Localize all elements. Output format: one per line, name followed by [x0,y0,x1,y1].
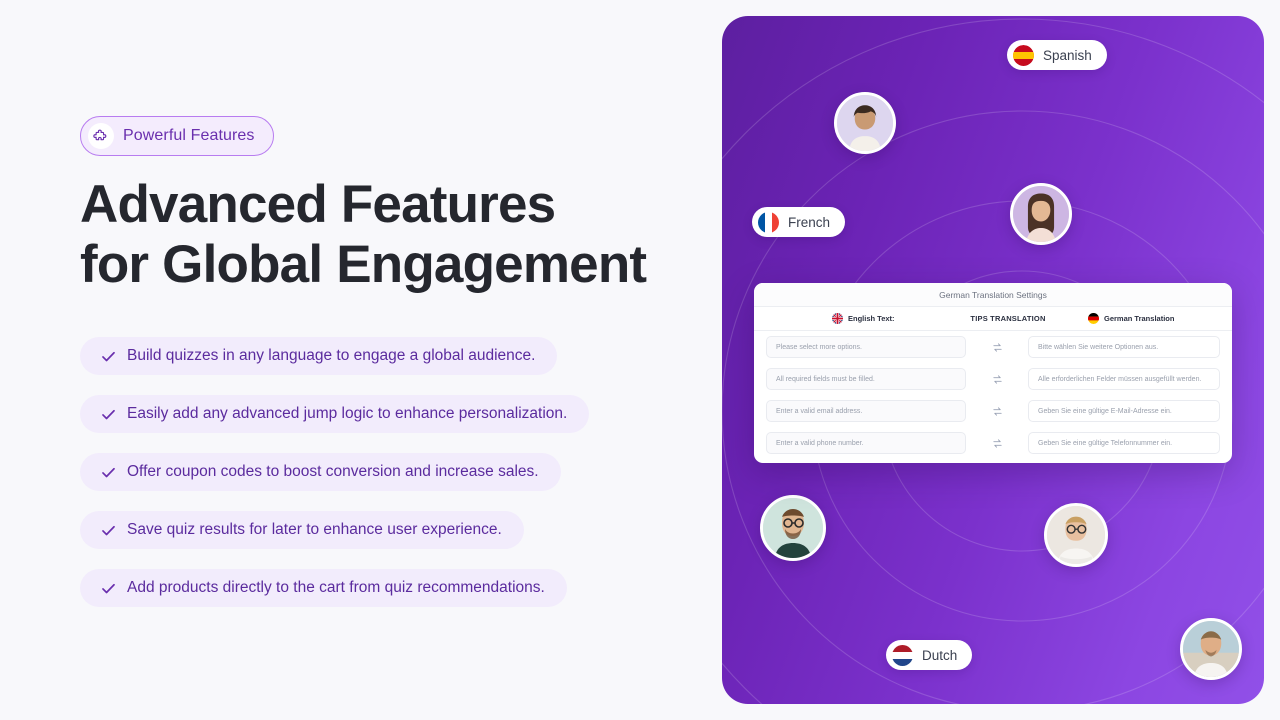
swap-arrows-icon[interactable] [966,374,1028,385]
language-pill-spanish[interactable]: Spanish [1007,40,1107,70]
feature-label: Add products directly to the cart from q… [127,579,545,596]
page-title: Advanced Features for Global Engagement [80,175,647,294]
feature-item: Add products directly to the cart from q… [80,569,567,607]
left-content-column: Powerful Features Advanced Features for … [80,0,700,720]
column-header-tips: TIPS TRANSLATION [964,314,1052,323]
german-text-input[interactable]: Geben Sie eine gültige Telefonnummer ein… [1028,432,1220,454]
powerful-features-badge: Powerful Features [80,116,274,156]
feature-item: Offer coupon codes to boost conversion a… [80,453,561,491]
column-header-german: German Translation [1052,313,1232,324]
column-header-german-label: German Translation [1104,314,1175,323]
german-text-input[interactable]: Bitte wählen Sie weitere Optionen aus. [1028,336,1220,358]
column-header-english: English Text: [754,313,964,324]
german-text-value: Geben Sie eine gültige E-Mail-Adresse ei… [1038,407,1172,415]
flag-germany-icon [1088,313,1099,324]
avatar-man-glasses-arms-crossed [1044,503,1108,567]
feature-item: Save quiz results for later to enhance u… [80,511,524,549]
table-row: Please select more options. Bitte wählen… [754,331,1232,363]
german-text-value: Alle erforderlichen Felder müssen ausgef… [1038,375,1202,383]
english-text-value: Enter a valid phone number. [776,439,864,447]
table-row: All required fields must be filled. Alle… [754,363,1232,395]
swap-arrows-icon[interactable] [966,342,1028,353]
language-pill-label: Dutch [922,647,958,663]
english-text-value: Enter a valid email address. [776,407,863,415]
puzzle-piece-icon [88,123,114,149]
feature-label: Save quiz results for later to enhance u… [127,521,502,538]
language-pill-label: Spanish [1043,47,1092,63]
feature-item: Easily add any advanced jump logic to en… [80,395,590,433]
column-header-english-label: English Text: [848,314,895,323]
check-icon [102,525,115,535]
english-text-value: All required fields must be filled. [776,375,875,383]
table-row: Enter a valid phone number. Geben Sie ei… [754,427,1232,463]
german-text-input[interactable]: Geben Sie eine gültige E-Mail-Adresse ei… [1028,400,1220,422]
feature-item: Build quizzes in any language to engage … [80,337,558,375]
check-icon [102,351,115,361]
swap-arrows-icon[interactable] [966,406,1028,417]
english-text-input[interactable]: All required fields must be filled. [766,368,966,390]
avatar-woman-long-hair [1010,183,1072,245]
flag-france-icon [758,211,779,233]
feature-label: Easily add any advanced jump logic to en… [127,405,568,422]
german-text-value: Bitte wählen Sie weitere Optionen aus. [1038,343,1159,351]
german-translation-settings-card: German Translation Settings English Text… [754,283,1232,463]
card-column-headers: English Text: TIPS TRANSLATION German Tr… [754,306,1232,331]
avatar-man-glasses-beard [760,495,826,561]
badge-label: Powerful Features [123,127,255,144]
table-row: Enter a valid email address. Geben Sie e… [754,395,1232,427]
german-text-value: Geben Sie eine gültige Telefonnummer ein… [1038,439,1173,447]
english-text-input[interactable]: Please select more options. [766,336,966,358]
language-pill-dutch[interactable]: Dutch [886,640,973,670]
flag-uk-icon [832,313,843,324]
feature-list: Build quizzes in any language to engage … [80,337,700,627]
english-text-value: Please select more options. [776,343,862,351]
swap-arrows-icon[interactable] [966,438,1028,449]
avatar-man-smiling-outdoors [1180,618,1242,680]
english-text-input[interactable]: Enter a valid phone number. [766,432,966,454]
flag-netherlands-icon [892,644,913,666]
check-icon [102,583,115,593]
language-pill-label: French [788,214,831,230]
card-title: German Translation Settings [754,283,1232,306]
feature-label: Offer coupon codes to boost conversion a… [127,463,539,480]
check-icon [102,409,115,419]
flag-spain-icon [1013,44,1034,66]
page-root: Powerful Features Advanced Features for … [0,0,1280,720]
feature-label: Build quizzes in any language to engage … [127,347,536,364]
avatar-young-man-curly-hair [834,92,896,154]
check-icon [102,467,115,477]
language-pill-french[interactable]: French [752,207,846,237]
german-text-input[interactable]: Alle erforderlichen Felder müssen ausgef… [1028,368,1220,390]
column-header-tips-label: TIPS TRANSLATION [970,314,1046,323]
global-engagement-illustration-panel: Spanish French Dutch German Translation … [722,16,1264,704]
english-text-input[interactable]: Enter a valid email address. [766,400,966,422]
